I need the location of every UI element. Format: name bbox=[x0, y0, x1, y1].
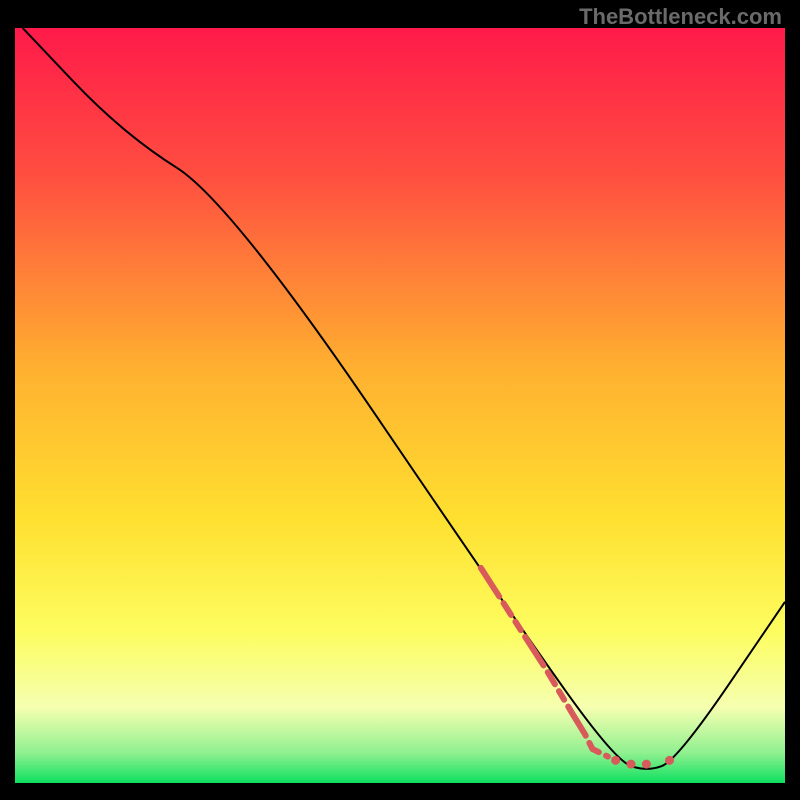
chart-background bbox=[15, 28, 785, 783]
highlight-dot bbox=[611, 756, 620, 765]
highlight-dot bbox=[642, 760, 651, 769]
highlight-dot bbox=[665, 756, 674, 765]
watermark-label: TheBottleneck.com bbox=[579, 4, 782, 30]
highlight-dot bbox=[627, 760, 636, 769]
bottleneck-chart bbox=[15, 28, 785, 783]
chart-container bbox=[15, 28, 785, 783]
